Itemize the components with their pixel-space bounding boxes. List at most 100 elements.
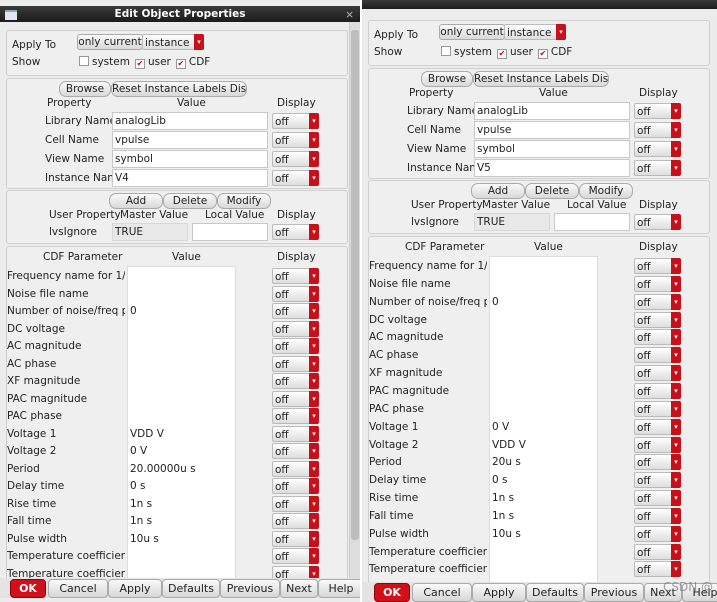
browse-button[interactable]: Browse [421,71,473,87]
chevron-down-icon[interactable]: ▾ [309,303,319,319]
show-user-checkbox[interactable]: ✔ user [496,46,533,59]
display-select[interactable]: off ▾ [272,373,319,389]
property-value-input[interactable]: analogLib [474,102,630,120]
chevron-down-icon[interactable]: ▾ [309,548,319,564]
display-select[interactable]: off ▾ [272,355,319,372]
chevron-down-icon[interactable]: ▾ [309,425,319,442]
display-select[interactable]: off ▾ [634,525,681,542]
chevron-down-icon[interactable]: ▾ [309,338,319,354]
vertical-scrollbar[interactable] [349,22,360,578]
delete-button[interactable]: Delete [163,193,217,209]
cdf-value-input[interactable]: 1n s [492,492,594,504]
display-select[interactable]: off ▾ [634,311,681,328]
ok-button[interactable]: OK [10,579,46,598]
display-select[interactable]: off ▾ [634,418,681,435]
display-select[interactable]: off ▾ [634,160,681,176]
cdf-value-input[interactable]: 10u s [130,533,232,545]
chevron-down-icon[interactable]: ▾ [671,347,681,364]
chevron-down-icon[interactable]: ▾ [671,214,681,230]
chevron-down-icon[interactable]: ▾ [309,530,319,547]
property-value-input[interactable]: vpulse [474,121,630,139]
cdf-value-input[interactable]: 0 V [130,445,232,457]
checkbox-unchecked-icon[interactable] [79,56,89,66]
display-select[interactable]: off ▾ [634,543,681,560]
chevron-down-icon[interactable]: ▾ [671,365,681,382]
cdf-value-input[interactable]: 10u s [492,528,594,540]
display-select[interactable]: off ▾ [634,365,681,382]
defaults-button[interactable]: Defaults [162,579,220,598]
defaults-button[interactable]: Defaults [526,583,584,602]
display-select[interactable]: off ▾ [272,478,319,494]
chevron-down-icon[interactable]: ▾ [671,543,681,560]
display-select[interactable]: off ▾ [634,258,681,274]
display-select[interactable]: off ▾ [272,224,319,240]
display-select[interactable]: off ▾ [634,275,681,292]
cdf-value-input[interactable]: 0 [492,296,594,308]
cdf-value-input[interactable]: 1n s [130,498,232,510]
display-select[interactable]: off ▾ [272,425,319,442]
display-select[interactable]: off ▾ [272,338,319,354]
chevron-down-icon[interactable]: ▾ [309,478,319,494]
property-value-input[interactable]: vpulse [112,131,268,149]
chevron-down-icon[interactable]: ▾ [194,34,204,50]
chevron-down-icon[interactable]: ▾ [671,561,681,578]
cancel-button[interactable]: Cancel [48,579,108,598]
chevron-down-icon[interactable]: ▾ [309,170,319,186]
checkbox-checked-icon[interactable]: ✔ [175,59,186,69]
chevron-down-icon[interactable]: ▾ [671,275,681,292]
display-select[interactable]: off ▾ [272,113,319,129]
display-select[interactable]: off ▾ [272,170,319,186]
display-select[interactable]: off ▾ [634,347,681,364]
display-select[interactable]: off ▾ [272,151,319,167]
show-cdf-checkbox[interactable]: ✔ CDF [537,46,572,59]
display-select[interactable]: off ▾ [272,285,319,302]
apply-to-scope-select[interactable]: only current [77,34,143,50]
chevron-down-icon[interactable]: ▾ [309,113,319,129]
display-select[interactable]: off ▾ [634,293,681,310]
scrollbar-thumb[interactable] [351,30,359,540]
display-select[interactable]: off ▾ [272,320,319,337]
previous-button[interactable]: Previous [584,583,644,602]
apply-to-type-select[interactable]: instance ▾ [504,24,566,40]
apply-to-scope-select[interactable]: only current [439,24,505,40]
cdf-value-input[interactable]: 0 V [492,421,594,433]
add-button[interactable]: Add [471,183,525,199]
display-select[interactable]: off ▾ [634,561,681,578]
chevron-down-icon[interactable]: ▾ [671,436,681,453]
chevron-down-icon[interactable]: ▾ [671,293,681,310]
display-select[interactable]: off ▾ [634,507,681,524]
cdf-value-input[interactable]: VDD V [492,439,594,451]
display-select[interactable]: off ▾ [634,141,681,157]
show-system-checkbox[interactable]: system [79,56,130,68]
apply-button[interactable]: Apply [472,583,526,602]
modify-button[interactable]: Modify [579,183,633,199]
display-select[interactable]: off ▾ [272,390,319,407]
chevron-down-icon[interactable]: ▾ [671,418,681,435]
checkbox-checked-icon[interactable]: ✔ [496,49,507,59]
chevron-down-icon[interactable]: ▾ [309,408,319,424]
local-value-input[interactable] [192,223,268,241]
chevron-down-icon[interactable]: ▾ [671,472,681,489]
display-select[interactable]: off ▾ [272,132,319,148]
cdf-value-input[interactable]: 20u s [492,456,594,468]
cdf-value-input[interactable]: 0 [130,305,232,317]
cdf-value-input[interactable]: 1n s [130,515,232,527]
property-value-input[interactable]: V4 [112,169,268,187]
chevron-down-icon[interactable]: ▾ [309,460,319,477]
next-button[interactable]: Next [280,579,318,598]
apply-to-type-select[interactable]: instance ▾ [142,34,204,50]
checkbox-unchecked-icon[interactable] [441,46,451,56]
cdf-value-input[interactable]: 0 s [492,474,594,486]
display-select[interactable]: off ▾ [634,436,681,453]
chevron-down-icon[interactable]: ▾ [309,513,319,529]
display-select[interactable]: off ▾ [272,408,319,424]
chevron-down-icon[interactable]: ▾ [309,495,319,512]
display-select[interactable]: off ▾ [272,303,319,319]
cdf-value-input[interactable]: 1n s [492,510,594,522]
display-select[interactable]: off ▾ [272,460,319,477]
display-select[interactable]: off ▾ [634,329,681,346]
display-select[interactable]: off ▾ [272,268,319,284]
add-button[interactable]: Add [109,193,163,209]
chevron-down-icon[interactable]: ▾ [671,311,681,328]
display-select[interactable]: off ▾ [634,214,681,230]
